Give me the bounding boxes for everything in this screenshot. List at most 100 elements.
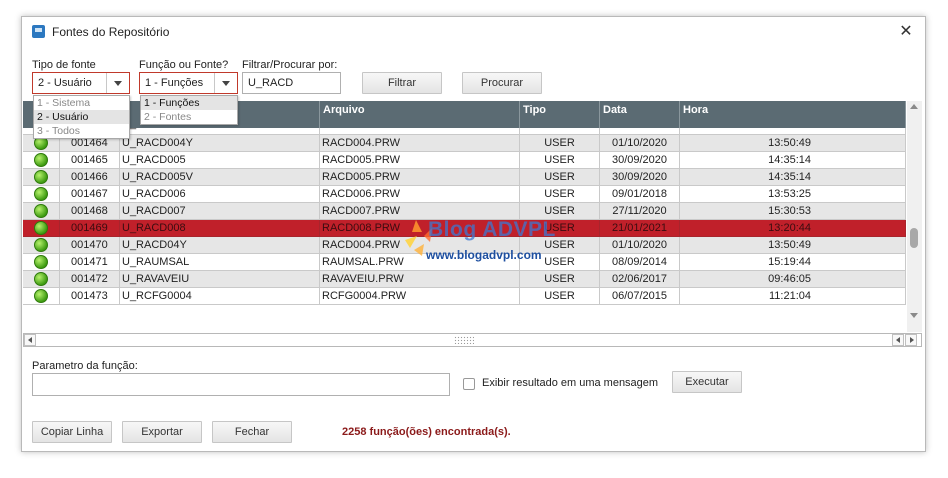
table-cell-hora: 14:35:14 [680,169,906,186]
status-green-icon [34,255,48,269]
table-cell-hora: 15:30:53 [680,203,906,220]
table-cell-arquivo: RACD004.PRW [320,135,520,152]
table-cell-id: 001473 [60,288,120,305]
vertical-scrollbar[interactable] [907,101,922,332]
table-cell-data: 30/09/2020 [600,152,680,169]
table-cell-tipo: USER [520,288,600,305]
table-cell-tipo: USER [520,271,600,288]
table-cell-id: 001472 [60,271,120,288]
table-row[interactable]: 001472 U_RAVAVEIU RAVAVEIU.PRW USER 02/06/20… [23,271,906,288]
table-cell-arquivo: RACD007.PRW [320,203,520,220]
procurar-button[interactable]: Procurar [462,72,542,94]
table-cell-funcao: U_RACD005V [120,169,320,186]
table-cell-status [23,254,60,271]
table-cell-funcao: U_RACD008 [120,220,320,237]
status-green-icon [34,187,48,201]
search-input[interactable]: U_RACD [242,72,341,94]
vertical-scroll-thumb[interactable] [910,228,918,248]
title-bar: Fontes do Repositório ✕ [22,17,925,47]
scroll-up-icon[interactable] [910,104,918,109]
status-green-icon [34,221,48,235]
close-icon[interactable]: ✕ [894,21,918,43]
table-cell-hora: 13:20:44 [680,220,906,237]
table-cell-data: 30/09/2020 [600,169,680,186]
funcao-option-funcoes[interactable]: 1 - Funções [141,96,237,110]
tipo-fonte-value: 2 - Usuário [38,77,92,89]
table-cell-funcao: U_RACD007 [120,203,320,220]
funcao-fonte-value: 1 - Funções [145,77,204,89]
funcao-fonte-label: Função ou Fonte? [139,59,229,71]
funcao-fonte-dropdown: 1 - Funções 2 - Fontes [140,95,238,125]
executar-button[interactable]: Executar [672,371,742,393]
status-green-icon [34,272,48,286]
tipo-option-usuario[interactable]: 2 - Usuário [34,110,129,124]
table-cell-arquivo: RACD004.PRW [320,128,520,135]
table-cell-hora: 14:35:14 [680,152,906,169]
table-cell-hora: 09:46:05 [680,271,906,288]
funcao-option-fontes[interactable]: 2 - Fontes [141,110,237,124]
table-cell-funcao: U_RACD006 [120,186,320,203]
exportar-button[interactable]: Exportar [122,421,202,443]
table-cell-tipo: USER [520,169,600,186]
table-cell-arquivo: RACD006.PRW [320,186,520,203]
table-cell-data: 06/07/2015 [600,288,680,305]
table-cell-id: 001465 [60,152,120,169]
table-cell-status [23,152,60,169]
tipo-option-sistema[interactable]: 1 - Sistema [34,96,129,110]
horizontal-scrollbar[interactable] [23,333,922,347]
table-cell-tipo: USER [520,128,600,135]
scroll-right-icon[interactable] [905,334,917,346]
table-cell-status [23,169,60,186]
funcao-fonte-select[interactable]: 1 - Funções [139,72,238,94]
exibir-resultado-checkbox[interactable] [463,378,475,390]
chevron-down-icon[interactable] [106,73,129,93]
table-cell-arquivo: RAVAVEIU.PRW [320,271,520,288]
table-cell-arquivo: RACD005.PRW [320,152,520,169]
table-row[interactable]: 001466 U_RACD005V RACD005.PRW USER 30/09/202… [23,169,906,186]
table-cell-funcao: U_RACD004Y [120,135,320,152]
scroll-grip-icon[interactable] [454,336,474,344]
table-cell-hora: 13:50:49 [680,128,906,135]
dialog-window: Fontes do Repositório ✕ Tipo de fonte Fu… [21,16,926,452]
tipo-fonte-select[interactable]: 2 - Usuário [32,72,130,94]
table-cell-tipo: USER [520,135,600,152]
table-cell-funcao: U_RAVAVEIU [120,271,320,288]
scroll-down-icon[interactable] [910,313,918,318]
table-row[interactable]: 001469 U_RACD008 RACD008.PRW USER 21/01/2021… [23,220,906,237]
table-cell-data: 27/11/2020 [600,203,680,220]
table-cell-data: 09/01/2018 [600,186,680,203]
table-cell-data: 21/01/2021 [600,220,680,237]
filtrar-button[interactable]: Filtrar [362,72,442,94]
table-cell-tipo: USER [520,203,600,220]
table-cell-arquivo: RAUMSAL.PRW [320,254,520,271]
table-row[interactable]: 001471 U_RAUMSAL RAUMSAL.PRW USER 08/09/2014… [23,254,906,271]
scroll-left-icon[interactable] [24,334,36,346]
table-row[interactable]: 001464 U_RACD004Y RACD004.PRW USER 01/10/202… [23,135,906,152]
table-cell-arquivo: RCFG0004.PRW [320,288,520,305]
table-cell-hora: 13:50:49 [680,135,906,152]
table-row[interactable]: 001473 U_RCFG0004 RCFG0004.PRW USER 06/07/20… [23,288,906,305]
table-cell-id: 001471 [60,254,120,271]
copiar-linha-button[interactable]: Copiar Linha [32,421,112,443]
table-row[interactable]: 001467 U_RACD006 RACD006.PRW USER 09/01/2018… [23,186,906,203]
tipo-option-todos[interactable]: 3 - Todos [34,124,129,138]
table-cell-arquivo: RACD008.PRW [320,220,520,237]
table-cell-status [23,186,60,203]
fechar-button[interactable]: Fechar [212,421,292,443]
table-row[interactable]: 001468 U_RACD007 RACD007.PRW USER 27/11/2020… [23,203,906,220]
table-cell-data: 08/09/2014 [600,254,680,271]
table-cell-status [23,271,60,288]
status-text: 2258 função(ões) encontrada(s). [342,426,511,438]
table-row[interactable]: 001470 U_RACD04Y RACD004.PRW USER 01/10/2020… [23,237,906,254]
scroll-left-end-icon[interactable] [892,334,904,346]
table-cell-data: 01/10/2020 [600,135,680,152]
table-cell-hora: 13:50:49 [680,237,906,254]
table-cell-status [23,203,60,220]
table-row[interactable]: 001463U_RACD004TRACD004.PRWUSER01/10/202… [23,128,906,135]
table-cell-id: 001466 [60,169,120,186]
table-row[interactable]: 001465 U_RACD005 RACD005.PRW USER 30/09/2020… [23,152,906,169]
chevron-down-icon[interactable] [214,73,237,93]
functions-table: Arquivo Tipo Data Hora 001463U_RACD004TR… [23,101,906,332]
status-green-icon [34,238,48,252]
parametro-input[interactable] [32,373,450,396]
